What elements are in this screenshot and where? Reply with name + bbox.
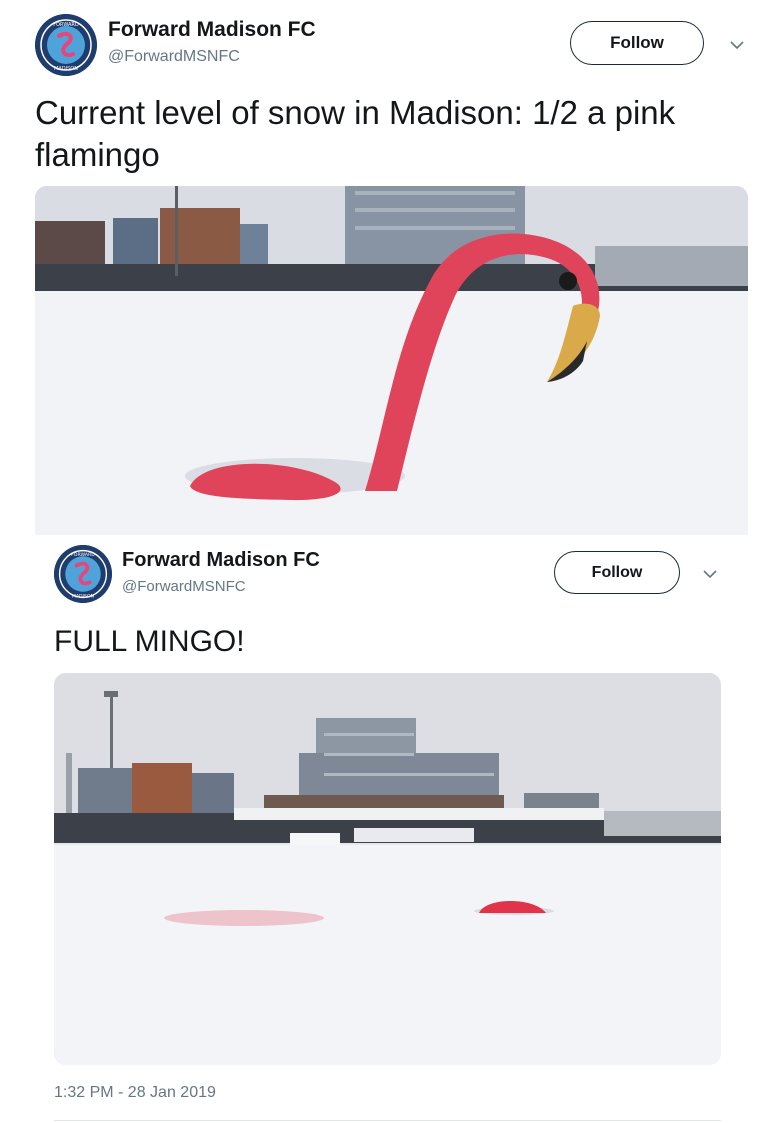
display-name[interactable]: Forward Madison FC (108, 18, 316, 42)
svg-text:MADISON: MADISON (54, 66, 78, 72)
flamingo-buried-snow-photo-icon (54, 673, 721, 1065)
chevron-down-icon[interactable] (728, 36, 746, 54)
tweet-2: FORWARD MADISON Forward Madison FC @Forw… (0, 540, 769, 1123)
follow-button[interactable]: Follow (570, 21, 704, 65)
avatar[interactable]: FORWARD MADISON (54, 545, 112, 603)
chevron-down-icon[interactable] (701, 565, 719, 583)
svg-text:FORWARD: FORWARD (53, 22, 79, 28)
display-name[interactable]: Forward Madison FC (122, 549, 320, 572)
user-handle[interactable]: @ForwardMSNFC (122, 578, 246, 595)
tweet-text: Current level of snow in Madison: 1/2 a … (35, 94, 676, 173)
tweet-photo[interactable] (35, 186, 748, 535)
forward-madison-crest-icon: FORWARD MADISON (54, 545, 112, 603)
tweet-text: FULL MINGO! (54, 625, 245, 658)
user-handle[interactable]: @ForwardMSNFC (108, 48, 240, 66)
tweet-1: FORWARD MADISON Forward Madison FC @Forw… (0, 0, 769, 540)
follow-button[interactable]: Follow (554, 551, 680, 594)
forward-madison-crest-icon: FORWARD MADISON (35, 14, 97, 76)
timestamp[interactable]: 1:32 PM - 28 Jan 2019 (54, 1084, 216, 1102)
tweet-photo[interactable] (54, 673, 721, 1065)
divider (54, 1120, 721, 1121)
svg-text:MADISON: MADISON (72, 593, 95, 599)
avatar[interactable]: FORWARD MADISON (35, 14, 97, 76)
flamingo-half-snow-photo-icon (35, 186, 748, 535)
svg-text:FORWARD: FORWARD (71, 552, 95, 558)
